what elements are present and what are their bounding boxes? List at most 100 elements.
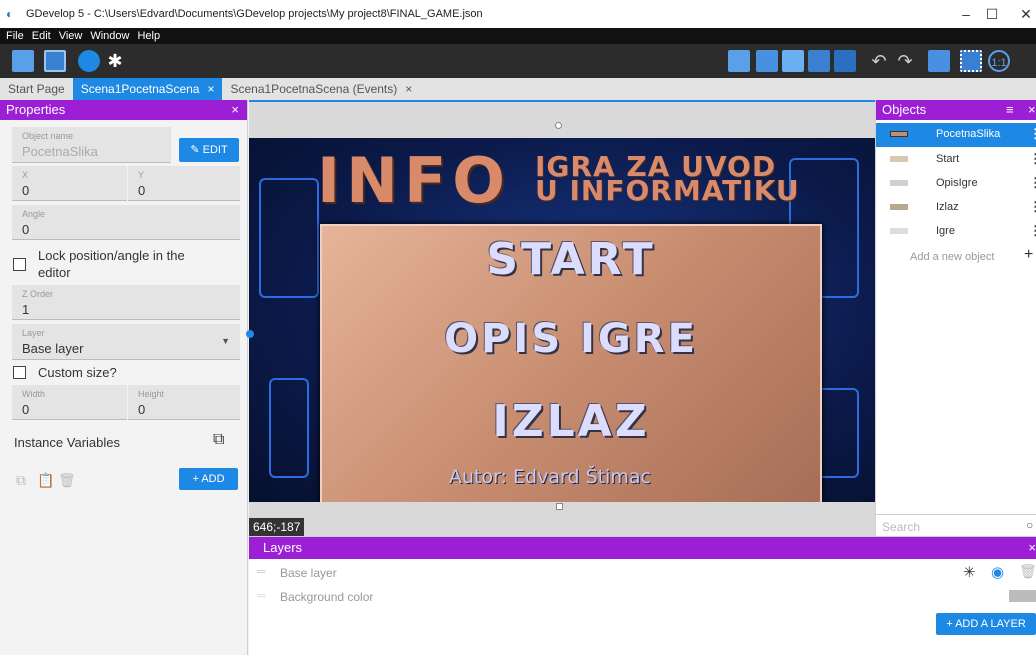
add-variable-button[interactable]: + ADD [179, 468, 238, 490]
search-input[interactable]: Search ○ [876, 514, 1036, 536]
field-label: X [22, 170, 29, 180]
instances-list-icon[interactable] [808, 50, 830, 72]
width-field[interactable]: Width 0 [12, 385, 127, 420]
trash-icon[interactable]: 🗑 [58, 472, 76, 489]
object-item-izlaz[interactable]: Izlaz ⋮ [876, 196, 1036, 220]
visibility-eye-icon[interactable]: ◉ [991, 563, 1004, 581]
more-options-icon[interactable]: ⋮ [1029, 199, 1036, 215]
gdevelop-logo-icon: ◐ [6, 7, 14, 21]
object-thumbnail [890, 180, 908, 186]
layer-row-base[interactable]: ═ Base layer ✳ ◉ 🗑 [249, 561, 1036, 585]
game-subtitle-line: U INFORMATIKU [535, 174, 800, 207]
more-options-icon[interactable]: ⋮ [1029, 175, 1036, 191]
delete-selection-icon[interactable] [928, 50, 950, 72]
height-field[interactable]: Height 0 [128, 385, 240, 420]
lock-checkbox[interactable] [13, 258, 26, 271]
object-thumbnail [890, 156, 908, 162]
more-options-icon[interactable]: ⋮ [1029, 126, 1036, 142]
field-label: Layer [22, 328, 45, 338]
search-icon: ○ [1026, 518, 1034, 532]
resize-handle-top[interactable] [555, 122, 562, 129]
object-item-opisigre[interactable]: OpisIgre ⋮ [876, 172, 1036, 196]
start-button-sprite[interactable]: START [322, 234, 820, 285]
button-label: ADD A LAYER [955, 618, 1026, 630]
menu-edit[interactable]: Edit [32, 30, 51, 42]
resize-handle-bottom[interactable] [556, 503, 563, 510]
edit-object-button[interactable]: ✎ EDIT [179, 138, 239, 162]
grid-icon[interactable] [960, 50, 982, 72]
drag-handle-icon[interactable]: ═ [257, 564, 266, 578]
angle-field[interactable]: Angle 0 [12, 205, 240, 240]
object-groups-icon[interactable] [756, 50, 778, 72]
z-order-field[interactable]: Z Order 1 [12, 285, 240, 320]
toolbar: ✱ ↶ ↷ 1:1 [0, 44, 1036, 78]
menu-help[interactable]: Help [137, 30, 160, 42]
close-panel-icon[interactable]: × [1028, 100, 1036, 120]
maximize-button[interactable]: ☐ [974, 0, 1010, 28]
plus-icon[interactable]: + [1024, 246, 1033, 264]
background-color-swatch[interactable] [1009, 590, 1036, 602]
trash-icon[interactable]: 🗑 [1019, 563, 1036, 580]
preview-play-icon[interactable] [78, 50, 100, 72]
menu-window[interactable]: Window [90, 30, 129, 42]
object-item-start[interactable]: Start ⋮ [876, 148, 1036, 172]
close-panel-icon[interactable]: × [1028, 537, 1036, 559]
menu-bar: File Edit View Window Help [0, 28, 1036, 44]
tab-scene-events[interactable]: Scena1PocetnaScena (Events) × [222, 78, 420, 100]
object-name: Igre [936, 225, 955, 237]
objects-panel: Objects ≡ × PocetnaSlika ⋮ Start ⋮ OpisI… [875, 100, 1036, 536]
objects-panel-icon[interactable] [728, 50, 750, 72]
close-panel-icon[interactable]: × [231, 100, 239, 120]
object-name: OpisIgre [936, 177, 978, 189]
tab-scene[interactable]: Scena1PocetnaScena × [72, 78, 223, 100]
add-layer-button[interactable]: + ADD A LAYER [936, 613, 1036, 635]
open-scene-icon[interactable] [44, 50, 66, 72]
object-name: Izlaz [936, 201, 959, 213]
custom-size-checkbox[interactable] [13, 366, 26, 379]
filter-icon[interactable]: ≡ [1006, 100, 1014, 120]
menu-view[interactable]: View [59, 30, 83, 42]
panel-title: Properties [6, 102, 66, 117]
zoom-reset-icon[interactable]: 1:1 [988, 50, 1010, 72]
x-field[interactable]: X 0 [12, 166, 127, 201]
project-manager-icon[interactable] [12, 50, 34, 72]
tab-label: Scena1PocetnaScena [80, 82, 200, 96]
field-value: 0 [22, 402, 30, 417]
properties-panel-icon[interactable] [782, 50, 804, 72]
layer-select[interactable]: Layer Base layer ▼ [12, 324, 240, 360]
more-options-icon[interactable]: ⋮ [1029, 223, 1036, 239]
object-item-pocetnaslika[interactable]: PocetnaSlika ⋮ [876, 123, 1036, 147]
circuit-trace [269, 378, 309, 478]
layer-name: Base layer [280, 566, 337, 580]
izlaz-button-sprite[interactable]: IZLAZ [322, 396, 820, 447]
game-background-image[interactable]: INFO IGRA ZA UVOD U INFORMATIKU START OP… [249, 138, 875, 502]
debug-icon[interactable]: ✱ [104, 50, 126, 72]
object-item-igre[interactable]: Igre ⋮ [876, 220, 1036, 244]
layers-panel-icon[interactable] [834, 50, 856, 72]
objects-header: Objects ≡ × [876, 100, 1036, 120]
scene-canvas[interactable]: INFO IGRA ZA UVOD U INFORMATIKU START OP… [249, 100, 875, 536]
button-label: ADD [201, 473, 225, 485]
lock-label-line: Lock position/angle in the [38, 248, 185, 263]
menu-file[interactable]: File [6, 30, 24, 42]
undo-icon[interactable]: ↶ [868, 50, 890, 72]
paste-icon[interactable]: 📋 [37, 472, 54, 489]
close-tab-icon[interactable]: × [207, 82, 214, 96]
background-color-label: Background color [280, 590, 374, 604]
lock-label-line: editor [38, 265, 71, 280]
redo-icon[interactable]: ↷ [894, 50, 916, 72]
tab-start-page[interactable]: Start Page [0, 78, 73, 100]
copy-icon[interactable]: ⧉ [16, 472, 26, 489]
lighting-icon[interactable]: ✳ [963, 563, 976, 581]
resize-handle-left[interactable] [246, 330, 254, 338]
close-window-button[interactable]: ✕ [1008, 0, 1036, 28]
properties-header: Properties × [0, 100, 247, 120]
opis-igre-button-sprite[interactable]: OPIS IGRE [322, 316, 820, 362]
object-name: PocetnaSlika [936, 128, 1001, 140]
y-field[interactable]: Y 0 [128, 166, 240, 201]
open-external-icon[interactable]: ⧉ [213, 431, 224, 449]
close-tab-icon[interactable]: × [405, 82, 412, 96]
add-new-object-label[interactable]: Add a new object [910, 251, 994, 263]
more-options-icon[interactable]: ⋮ [1029, 151, 1036, 167]
author-credit: Autor: Edvard Štimac [449, 466, 651, 488]
